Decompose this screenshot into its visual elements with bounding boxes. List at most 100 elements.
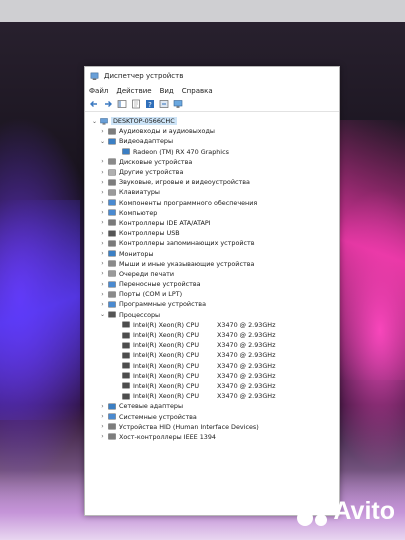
tree-category[interactable]: ⌄ Процессоры — [85, 310, 339, 320]
usb-icon — [108, 230, 116, 237]
expand-icon[interactable]: › — [99, 270, 106, 277]
menu-action[interactable]: Действие — [116, 87, 151, 95]
ide-icon — [108, 220, 116, 226]
expand-icon[interactable]: › — [99, 240, 106, 247]
tree-item-label: Radeon (TM) RX 470 Graphics — [133, 147, 229, 156]
expand-icon[interactable]: › — [99, 403, 106, 410]
tree-category[interactable]: ⌄ Видеоадаптеры — [85, 136, 339, 146]
collapse-icon[interactable]: ⌄ — [91, 118, 98, 125]
tree-category[interactable]: › Мониторы — [85, 248, 339, 258]
toolbar: ? — [85, 97, 339, 112]
expand-icon[interactable]: › — [99, 230, 106, 237]
tree-category[interactable]: › Контроллеры USB — [85, 228, 339, 238]
cpu-model-label: X3470 @ 2.93GHz — [217, 371, 276, 380]
tree-category[interactable]: › Системные устройства — [85, 411, 339, 421]
tree-category[interactable]: › Дисковые устройства — [85, 157, 339, 167]
tree-category[interactable]: › Мыши и иные указывающие устройства — [85, 259, 339, 269]
network-icon — [108, 403, 116, 410]
tree-item-label: Intel(R) Xeon(R) CPU — [133, 341, 200, 350]
show-hide-tree-button[interactable] — [117, 99, 127, 109]
expand-icon[interactable]: › — [99, 209, 106, 216]
forward-arrow-icon — [105, 101, 112, 107]
tree-item-label: Intel(R) Xeon(R) CPU — [133, 371, 200, 380]
tree-item-label: Intel(R) Xeon(R) CPU — [133, 351, 200, 360]
expand-icon[interactable]: › — [99, 291, 106, 298]
cpu-icon — [122, 321, 130, 328]
expand-icon[interactable]: › — [99, 199, 106, 206]
menu-file[interactable]: Файл — [89, 87, 108, 95]
tree-category[interactable]: › Аудиовходы и аудиовыходы — [85, 126, 339, 136]
menu-view[interactable]: Вид — [160, 87, 174, 95]
tree-device-cpu[interactable]: Intel(R) Xeon(R) CPU X3470 @ 2.93GHz — [85, 391, 339, 401]
tree-category[interactable]: › Очереди печати — [85, 269, 339, 279]
collapse-icon[interactable]: ⌄ — [99, 138, 106, 145]
port-icon — [108, 291, 116, 298]
tree-device-cpu[interactable]: Intel(R) Xeon(R) CPU X3470 @ 2.93GHz — [85, 361, 339, 371]
expand-icon[interactable]: › — [99, 179, 106, 186]
tree-item-label: Intel(R) Xeon(R) CPU — [133, 320, 200, 329]
expand-icon[interactable]: › — [99, 301, 106, 308]
disk-icon — [108, 158, 116, 165]
monitor-bezel — [0, 0, 405, 22]
update-driver-button[interactable] — [159, 99, 169, 109]
expand-icon[interactable]: › — [99, 433, 106, 440]
tree-category[interactable]: › Сетевые адаптеры — [85, 401, 339, 411]
tree-device-cpu[interactable]: Intel(R) Xeon(R) CPU X3470 @ 2.93GHz — [85, 371, 339, 381]
properties-button[interactable] — [131, 99, 141, 109]
tree-item-label: Компоненты программного обеспечения — [119, 198, 258, 207]
mouse-icon — [108, 260, 116, 267]
hid-icon — [108, 423, 116, 430]
tree-item-label: Контроллеры IDE ATA/ATAPI — [119, 218, 211, 227]
expand-icon[interactable]: › — [99, 219, 106, 226]
tree-category[interactable]: › Компьютер — [85, 208, 339, 218]
tree-item-label: Устройства HID (Human Interface Devices) — [119, 422, 259, 431]
tree-category[interactable]: › Контроллеры IDE ATA/ATAPI — [85, 218, 339, 228]
tree-category[interactable]: › Программные устройства — [85, 299, 339, 309]
tree-device-cpu[interactable]: Intel(R) Xeon(R) CPU X3470 @ 2.93GHz — [85, 340, 339, 350]
collapse-icon[interactable]: ⌄ — [99, 311, 106, 318]
tree-device-cpu[interactable]: Intel(R) Xeon(R) CPU X3470 @ 2.93GHz — [85, 330, 339, 340]
menu-help[interactable]: Справка — [182, 87, 213, 95]
computer-icon — [100, 117, 108, 125]
scan-hardware-button[interactable] — [173, 99, 183, 109]
tree-device-cpu[interactable]: Intel(R) Xeon(R) CPU X3470 @ 2.93GHz — [85, 381, 339, 391]
tree-item-label: Компьютер — [119, 208, 158, 217]
expand-icon[interactable]: › — [99, 260, 106, 267]
tree-category[interactable]: › Переносные устройства — [85, 279, 339, 289]
expand-icon[interactable]: › — [99, 413, 106, 420]
expand-icon[interactable]: › — [99, 128, 106, 135]
tree-category[interactable]: › Хост-контроллеры IEEE 1394 — [85, 432, 339, 442]
cpu-model-label: X3470 @ 2.93GHz — [217, 361, 276, 370]
tree-device-cpu[interactable]: Intel(R) Xeon(R) CPU X3470 @ 2.93GHz — [85, 320, 339, 330]
tree-category[interactable]: › Устройства HID (Human Interface Devices… — [85, 422, 339, 432]
tree-item-label: Контроллеры USB — [119, 229, 180, 238]
tree-category[interactable]: › Компоненты программного обеспечения — [85, 198, 339, 208]
tree-device-gpu[interactable]: Radeon (TM) RX 470 Graphics — [85, 147, 339, 157]
tree-item-label: Процессоры — [119, 310, 161, 319]
system-icon — [108, 413, 116, 420]
expand-icon[interactable]: › — [99, 281, 106, 288]
processor-icon — [108, 311, 116, 318]
tree-item-label: Контроллеры запоминающих устройств — [119, 239, 255, 248]
tree-category[interactable]: › Звуковые, игровые и видеоустройства — [85, 177, 339, 187]
expand-icon[interactable]: › — [99, 423, 106, 430]
tree-device-cpu[interactable]: Intel(R) Xeon(R) CPU X3470 @ 2.93GHz — [85, 350, 339, 360]
tree-category[interactable]: › Порты (COM и LPT) — [85, 289, 339, 299]
tree-item-label: Программные устройства — [119, 300, 206, 309]
expand-icon[interactable]: › — [99, 169, 106, 176]
tree-item-label: Intel(R) Xeon(R) CPU — [133, 331, 200, 340]
tree-item-label: Клавиатуры — [119, 188, 160, 197]
tree-category[interactable]: › Контроллеры запоминающих устройств — [85, 238, 339, 248]
tree-root[interactable]: ⌄ DESKTOP-0566CHC — [85, 116, 339, 126]
cpu-model-label: X3470 @ 2.93GHz — [217, 341, 276, 350]
expand-icon[interactable]: › — [99, 158, 106, 165]
expand-icon[interactable]: › — [99, 189, 106, 196]
tree-item-label: Видеоадаптеры — [119, 137, 173, 146]
back-button[interactable] — [89, 99, 99, 109]
expand-icon[interactable]: › — [99, 250, 106, 257]
tree-category[interactable]: › Другие устройства — [85, 167, 339, 177]
help-button[interactable]: ? — [145, 99, 155, 109]
forward-button[interactable] — [103, 99, 113, 109]
tree-category[interactable]: › Клавиатуры — [85, 187, 339, 197]
audio-icon — [108, 128, 116, 135]
